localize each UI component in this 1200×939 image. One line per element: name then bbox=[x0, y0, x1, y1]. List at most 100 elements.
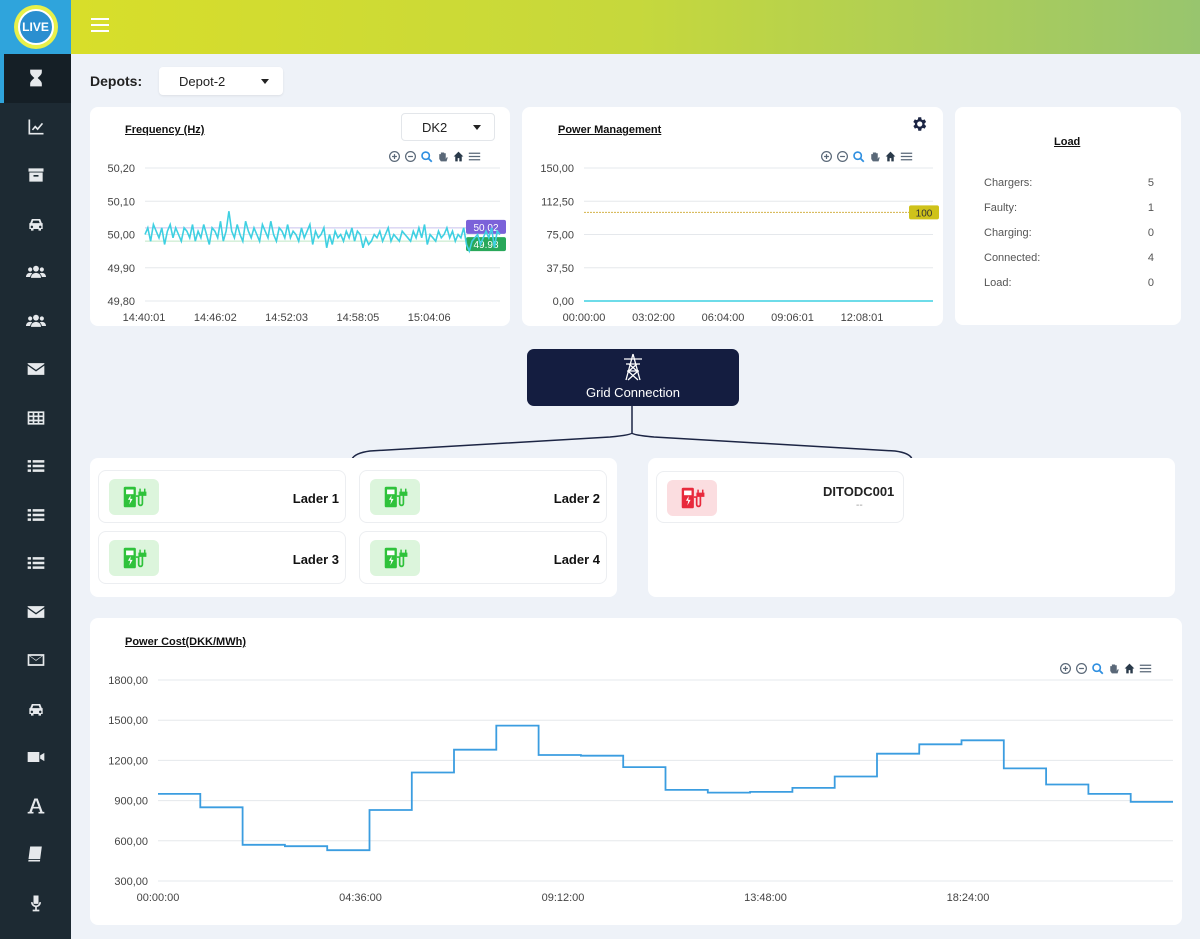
list-icon bbox=[27, 557, 44, 570]
sidebar-item-0[interactable] bbox=[0, 54, 71, 103]
faulty-charger-card[interactable]: DITODC001 -- bbox=[656, 471, 904, 523]
sidebar-item-8[interactable] bbox=[0, 442, 71, 491]
list-icon bbox=[27, 460, 44, 473]
sidebar-item-6[interactable] bbox=[0, 345, 71, 394]
archive-icon bbox=[28, 168, 43, 182]
charger-name: Lader 4 bbox=[553, 552, 600, 567]
frequency-chart: 50,20 50,10 50,00 49,90 49,80 14:40:01 14:46:0… bbox=[107, 163, 506, 324]
charger-name: Lader 1 bbox=[292, 491, 339, 506]
sidebar-item-5[interactable] bbox=[0, 297, 71, 346]
faulty-charger-name: DITODC001 bbox=[823, 484, 895, 499]
y-tick-label: 75,00 bbox=[546, 230, 574, 242]
x-tick-label: 13:48:00 bbox=[744, 892, 787, 904]
microphone-icon bbox=[30, 895, 41, 912]
sidebar-item-2[interactable] bbox=[0, 151, 71, 200]
y-tick-label: 112,50 bbox=[541, 196, 574, 208]
load-row-label: Load: bbox=[984, 277, 1012, 289]
sidebar-item-17[interactable] bbox=[0, 879, 71, 928]
users-icon bbox=[25, 266, 46, 279]
load-row-label: Faulty: bbox=[984, 202, 1018, 214]
power-tower-icon bbox=[624, 353, 642, 381]
topbar bbox=[71, 0, 1200, 54]
sidebar-item-14[interactable] bbox=[0, 733, 71, 782]
x-tick-label: 06:04:00 bbox=[702, 312, 745, 324]
load-row-value: 4 bbox=[1147, 252, 1154, 264]
x-tick-label: 03:02:00 bbox=[632, 312, 675, 324]
table-icon bbox=[27, 411, 44, 425]
sidebar-item-13[interactable] bbox=[0, 685, 71, 734]
sidebar-item-15[interactable] bbox=[0, 782, 71, 831]
x-tick-label: 14:52:03 bbox=[265, 312, 308, 324]
x-tick-label: 09:06:01 bbox=[771, 312, 814, 324]
charger-icon-wrap bbox=[667, 480, 717, 516]
ev-charger-icon bbox=[384, 486, 408, 508]
y-tick-label: 300,00 bbox=[114, 876, 148, 888]
y-tick-label: 1500,00 bbox=[108, 715, 148, 727]
car-icon bbox=[28, 218, 43, 231]
x-tick-label: 12:08:01 bbox=[841, 312, 884, 324]
grid-connection-label: Grid Connection bbox=[586, 385, 680, 400]
sidebar-item-1[interactable] bbox=[0, 103, 71, 152]
x-tick-label: 04:36:00 bbox=[339, 892, 382, 904]
power-cost-chart: 1800,00 1500,00 1200,00 900,00 600,00 300,00 0… bbox=[108, 675, 1173, 904]
ev-charger-icon bbox=[123, 547, 147, 569]
envelope-outline-icon bbox=[27, 654, 44, 667]
x-tick-label: 18:24:00 bbox=[947, 892, 990, 904]
grid-connection-node[interactable]: Grid Connection bbox=[527, 349, 739, 406]
sidebar-item-3[interactable] bbox=[0, 200, 71, 249]
load-row-label: Chargers: bbox=[984, 177, 1033, 189]
charger-card[interactable]: Lader 4 bbox=[359, 531, 607, 584]
x-tick-label: 14:40:01 bbox=[123, 312, 166, 324]
load-row: Faulty: 1 bbox=[984, 202, 1154, 214]
sidebar-item-10[interactable] bbox=[0, 539, 71, 588]
sidebar-item-12[interactable] bbox=[0, 636, 71, 685]
envelope-icon bbox=[27, 363, 44, 376]
faulty-charger-status: -- bbox=[856, 500, 863, 511]
x-tick-label: 00:00:00 bbox=[137, 892, 180, 904]
sidebar: LIVE bbox=[0, 0, 71, 939]
load-row: Chargers: 5 bbox=[984, 177, 1154, 189]
list-icon bbox=[27, 508, 44, 521]
series-line bbox=[158, 724, 1173, 852]
y-tick-label: 50,10 bbox=[107, 196, 135, 208]
load-title: Load bbox=[1054, 136, 1081, 148]
y-tick-label: 150,00 bbox=[540, 163, 574, 175]
load-row-value: 5 bbox=[1147, 177, 1154, 189]
sidebar-item-9[interactable] bbox=[0, 491, 71, 540]
load-row-label: Connected: bbox=[984, 252, 1041, 264]
sidebar-item-16[interactable] bbox=[0, 830, 71, 879]
logo-box: LIVE bbox=[0, 0, 71, 54]
y-tick-label: 49,90 bbox=[107, 263, 135, 275]
hourglass-icon bbox=[29, 69, 42, 87]
y-tick-label: 50,00 bbox=[107, 230, 135, 242]
live-logo[interactable]: LIVE bbox=[13, 5, 58, 49]
font-icon bbox=[27, 798, 44, 814]
charger-card[interactable]: Lader 2 bbox=[359, 470, 607, 523]
x-tick-label: 00:00:00 bbox=[563, 312, 606, 324]
sidebar-item-11[interactable] bbox=[0, 588, 71, 637]
hamburger-menu-icon[interactable] bbox=[91, 18, 109, 32]
book-icon bbox=[27, 846, 42, 862]
car-icon bbox=[28, 703, 43, 716]
charger-icon-wrap bbox=[109, 540, 159, 576]
envelope-icon bbox=[27, 605, 44, 618]
charger-icon-wrap bbox=[370, 540, 420, 576]
charger-icon-wrap bbox=[370, 479, 420, 515]
users-icon bbox=[25, 314, 46, 327]
charger-icon-wrap bbox=[109, 479, 159, 515]
charger-card[interactable]: Lader 1 bbox=[98, 470, 346, 523]
sidebar-item-4[interactable] bbox=[0, 248, 71, 297]
x-tick-label: 14:46:02 bbox=[194, 312, 237, 324]
x-tick-label: 14:58:05 bbox=[336, 312, 379, 324]
sidebar-item-7[interactable] bbox=[0, 394, 71, 443]
series-line bbox=[144, 211, 501, 254]
load-row-label: Charging: bbox=[984, 227, 1032, 239]
ev-charger-icon bbox=[123, 486, 147, 508]
charger-card[interactable]: Lader 3 bbox=[98, 531, 346, 584]
chart-line-icon bbox=[28, 119, 43, 135]
threshold-badge-label: 100 bbox=[916, 208, 933, 219]
y-tick-label: 50,20 bbox=[107, 163, 135, 175]
y-tick-label: 1800,00 bbox=[108, 675, 148, 687]
power-management-chart: 150,00 112,50 75,00 37,50 0,00 00:00:00 03:02:… bbox=[540, 163, 939, 324]
depot-select[interactable]: Depot-2 bbox=[159, 67, 283, 95]
